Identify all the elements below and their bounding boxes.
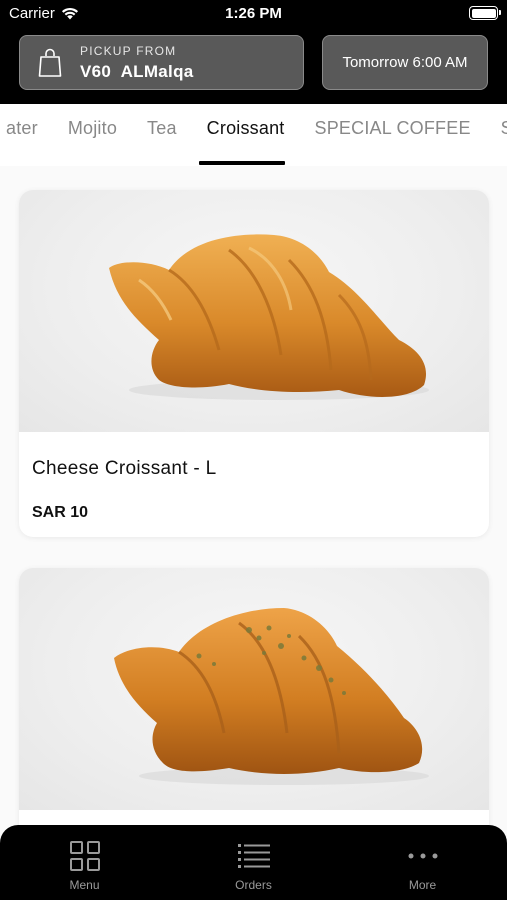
clock: 1:26 PM [225,5,282,22]
tab-sa[interactable]: Sa [486,118,507,139]
pickup-label: PICKUP FROM [80,43,177,58]
nav-more-label: More [408,878,437,892]
tab-mojito[interactable]: Mojito [53,118,132,139]
pickup-time-button[interactable]: Tomorrow 6:00 AM [322,35,488,90]
product-image [19,190,489,432]
nav-orders-label: Orders [235,878,272,892]
product-card[interactable]: Cheese Croissant - L SAR 10 [19,190,489,537]
nav-orders[interactable]: Orders [169,825,338,900]
shopping-bag-icon [20,35,80,90]
battery-icon [469,6,501,20]
product-price: SAR 10 [32,504,89,521]
nav-menu[interactable]: Menu [0,825,169,900]
status-bar: Carrier 1:26 PM [0,0,507,28]
tab-special-coffee[interactable]: SPECIAL COFFEE [300,118,486,139]
bottom-navigation: Menu Orders More [0,825,507,900]
app-screen: Carrier 1:26 PM PICKUP FROM V60 ALMalqa [0,0,507,900]
pickup-location-button[interactable]: PICKUP FROM V60 ALMalqa [19,35,304,90]
product-card[interactable] [19,568,489,868]
header: Carrier 1:26 PM PICKUP FROM V60 ALMalqa [0,0,507,104]
tab-water[interactable]: ater [0,118,53,139]
pickup-store-name: V60 ALMalqa [80,61,194,81]
grid-icon [68,839,102,873]
active-tab-indicator [199,161,285,165]
category-tabs: ater Mojito Tea Croissant SPECIAL COFFEE… [0,104,507,166]
more-dots-icon [406,839,440,873]
tab-croissant[interactable]: Croissant [192,118,300,139]
product-image [19,568,489,810]
list-icon [237,839,271,873]
product-name: Cheese Croissant - L [32,458,217,479]
nav-menu-label: Menu [69,878,100,892]
tab-tea[interactable]: Tea [132,118,192,139]
nav-more[interactable]: More [338,825,507,900]
